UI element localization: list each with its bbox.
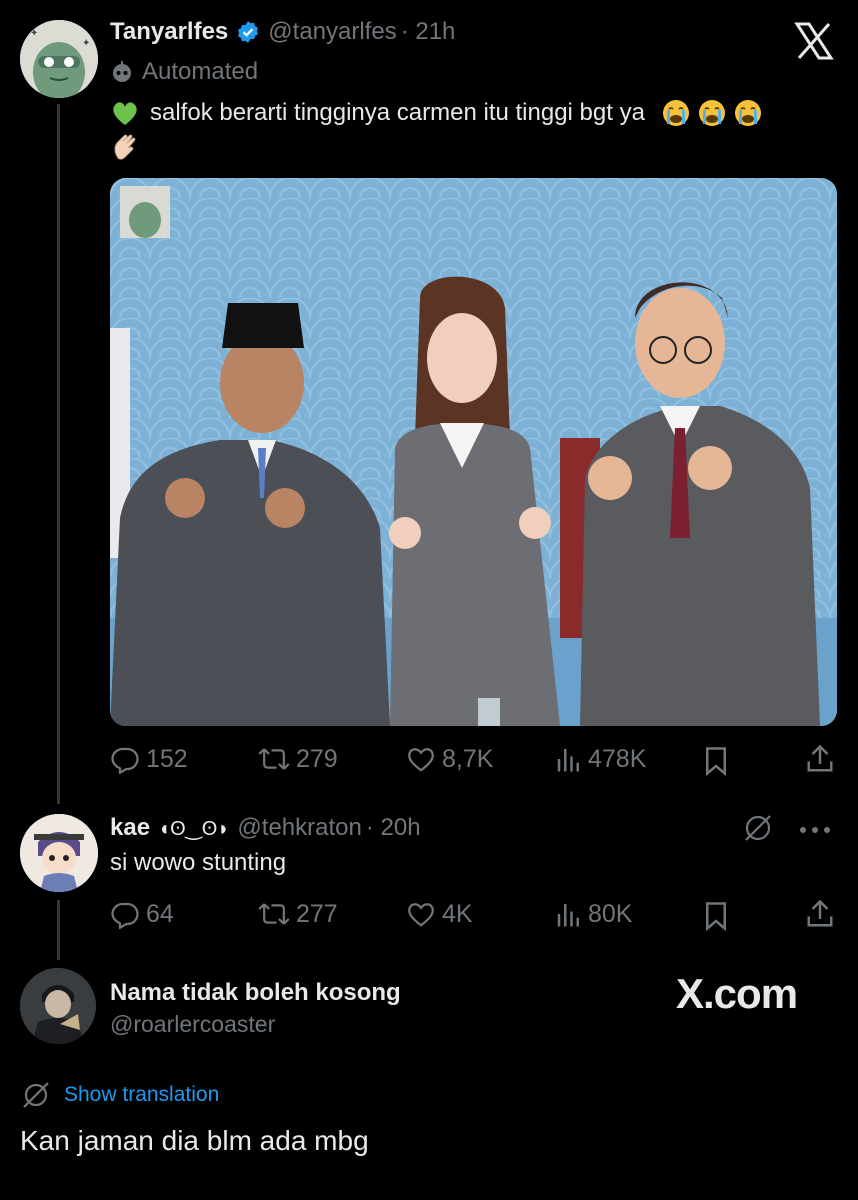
grok-icon[interactable] — [742, 812, 774, 849]
watermark: X.com — [676, 970, 798, 1017]
heart-icon — [408, 903, 434, 927]
views-count: 478K — [588, 744, 647, 773]
crying-face-icon — [698, 100, 725, 126]
bookmark-button[interactable] — [703, 901, 729, 936]
automated-label: Automated — [142, 58, 259, 85]
close-icon[interactable] — [793, 20, 835, 62]
quote-reply-text: Kan jaman dia blm ada mbg — [20, 1125, 369, 1156]
clapping-hands-icon — [114, 134, 136, 160]
verified-badge-icon — [238, 21, 259, 43]
reply-button[interactable]: 64 — [110, 899, 174, 929]
reply-text: si wowo stunting — [110, 849, 287, 876]
handle[interactable]: @roarlercoaster — [110, 1011, 275, 1038]
show-translation-link[interactable]: Show translation — [20, 1079, 219, 1111]
green-heart-icon — [113, 102, 137, 125]
handle[interactable]: @tanyarlfes — [268, 18, 396, 46]
avatar-anime-illustration — [20, 814, 98, 892]
tweet-image[interactable] — [110, 178, 837, 726]
photo-of-three-people-making-finger-hearts — [110, 178, 837, 726]
show-translation-label[interactable]: Show translation — [64, 1083, 219, 1107]
repost-count: 279 — [296, 744, 338, 773]
reply-icon — [111, 902, 139, 929]
like-button[interactable]: 4K — [406, 899, 473, 929]
like-count: 8,7K — [442, 744, 494, 773]
thread-line — [57, 104, 60, 804]
avatar[interactable] — [20, 968, 96, 1044]
like-count: 4K — [442, 899, 473, 928]
repost-button[interactable]: 277 — [258, 899, 338, 929]
display-name[interactable]: Nama tidak boleh kosong — [110, 979, 401, 1007]
bookmark-icon — [706, 747, 726, 777]
share-icon — [807, 744, 833, 772]
reply-count: 152 — [146, 744, 188, 773]
repost-count: 277 — [296, 899, 338, 928]
timestamp[interactable]: · 21h — [401, 18, 456, 46]
timestamp[interactable]: · 20h — [366, 814, 421, 842]
views-button[interactable]: 80K — [556, 899, 632, 929]
avatar[interactable]: ✦ ✦ — [20, 20, 98, 98]
views-button[interactable]: 478K — [556, 744, 646, 774]
bookmark-icon — [706, 902, 726, 932]
avatar[interactable] — [20, 814, 98, 892]
tweet-text: salfok berarti tingginya carmen itu ting… — [150, 99, 645, 126]
avatar-photo — [20, 968, 96, 1044]
bot-icon — [113, 61, 131, 82]
svg-text:✦: ✦ — [30, 28, 38, 39]
reply-count: 64 — [146, 899, 174, 928]
bookmark-button[interactable] — [703, 746, 729, 781]
more-options-icon[interactable] — [798, 822, 832, 840]
reply-icon — [111, 747, 139, 774]
avatar-frog-illustration: ✦ ✦ — [20, 20, 98, 98]
name-suffix: ◖ʘ‿ʘ◗ — [158, 817, 230, 840]
crying-face-icon — [662, 100, 689, 126]
share-button[interactable] — [806, 744, 834, 779]
svg-text:✦: ✦ — [82, 38, 90, 49]
repost-button[interactable]: 279 — [258, 744, 338, 774]
views-icon — [557, 749, 579, 772]
views-icon — [557, 904, 579, 927]
reply-button[interactable]: 152 — [110, 744, 188, 774]
display-name[interactable]: Tanyarlfes — [110, 18, 228, 46]
thread-line — [57, 900, 60, 960]
share-button[interactable] — [806, 899, 834, 934]
repost-icon — [258, 903, 290, 925]
like-button[interactable]: 8,7K — [406, 744, 493, 774]
views-count: 80K — [588, 899, 633, 928]
share-icon — [807, 899, 833, 927]
translate-icon — [23, 1082, 49, 1108]
crying-face-icon — [734, 100, 761, 126]
display-name[interactable]: kae — [110, 814, 150, 842]
handle[interactable]: @tehkraton — [237, 814, 361, 842]
heart-icon — [408, 748, 434, 772]
repost-icon — [258, 748, 290, 770]
